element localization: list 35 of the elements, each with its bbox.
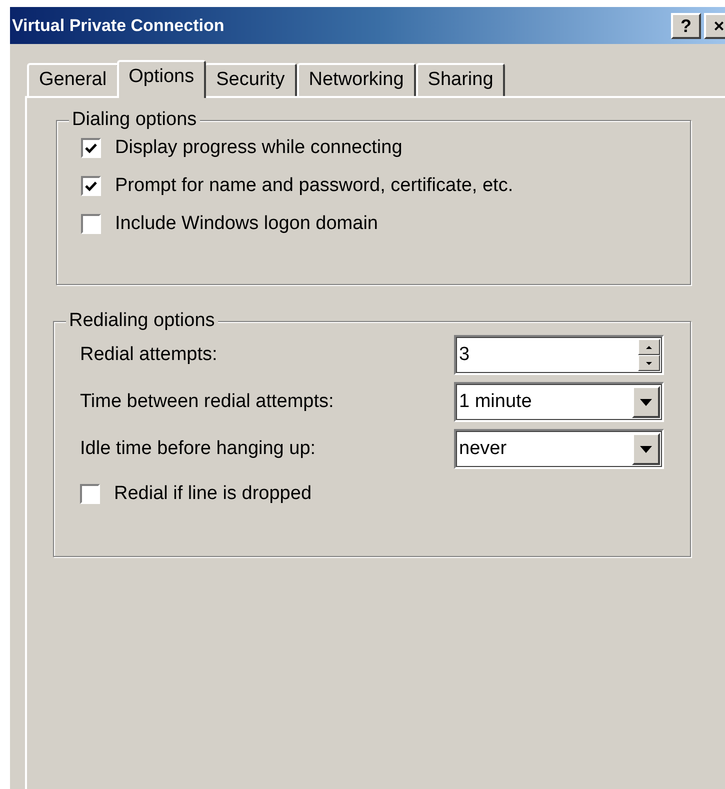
caret-icon [640,446,652,452]
dropdown[interactable]: never [454,429,664,469]
dropdown-button[interactable] [632,433,660,465]
checkbox-label: Redial if line is dropped [114,482,312,506]
checkmark-icon [85,142,97,154]
checkbox[interactable] [81,214,101,234]
tab[interactable]: Sharing [416,63,506,96]
checkbox-label: Display progress while connecting [115,136,402,160]
help-button[interactable]: ? [671,12,701,38]
down-arrow-icon [646,362,652,364]
dropdown[interactable]: 1 minute [454,382,664,422]
tab[interactable]: General [27,63,119,96]
checkmark-icon [85,180,97,192]
tab[interactable]: Networking [296,63,416,96]
spin-up-button[interactable] [638,339,660,355]
up-arrow-icon [646,346,652,348]
tab[interactable]: Security [204,63,297,96]
tab[interactable]: Options [116,60,206,98]
field-value: 3 [458,342,471,367]
close-button[interactable]: × [704,12,725,38]
window-title: Virtual Private Connection [12,14,224,37]
checkbox-label: Prompt for name and password, certificate, etc. [115,174,514,198]
checkbox[interactable] [80,484,100,504]
number-spinner[interactable]: 3 [454,335,664,375]
field-value: never [458,436,508,461]
checkbox[interactable] [81,138,101,158]
spin-down-button[interactable] [638,355,660,371]
checkbox[interactable] [81,176,101,196]
dropdown-button[interactable] [632,386,660,418]
caret-icon [640,398,652,406]
checkbox-label: Include Windows logon domain [115,212,378,236]
field-label: Redial attempts: [80,342,218,367]
field-label: Idle time before hanging up: [80,436,316,461]
field-label: Time between redial attempts: [80,390,334,414]
field-value: 1 minute [458,390,533,414]
